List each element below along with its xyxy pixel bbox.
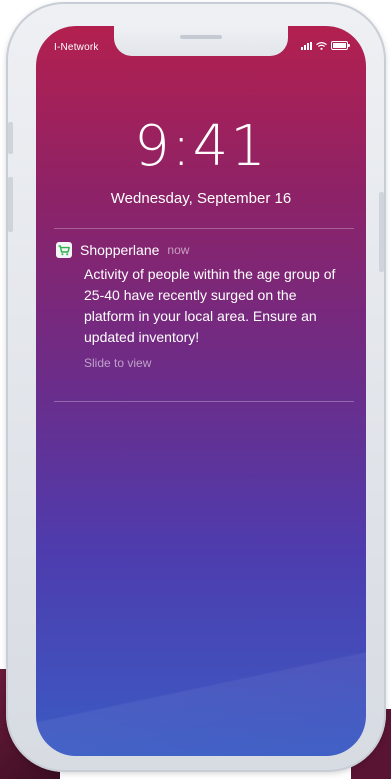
notification-header: Shopperlane now — [56, 242, 346, 258]
notch — [114, 26, 288, 56]
divider-bottom — [54, 401, 354, 402]
notification-card[interactable]: Shopperlane now Activity of people withi… — [56, 242, 346, 370]
power-button — [379, 192, 384, 272]
carrier-label: I-Network — [54, 42, 99, 53]
wifi-icon — [316, 41, 327, 50]
notification-time: now — [167, 243, 190, 257]
status-icons — [301, 41, 350, 50]
screen-reflection — [36, 636, 366, 756]
lock-screen: I-Network 9:41 Wednesday, September 16 S… — [36, 26, 366, 756]
shopping-cart-icon — [56, 242, 72, 258]
battery-icon — [331, 41, 350, 50]
mute-switch — [8, 122, 13, 154]
notification-message: Activity of people within the age group … — [84, 266, 336, 345]
volume-button — [8, 177, 13, 232]
notification-hint: Slide to view — [84, 356, 152, 370]
phone-frame: I-Network 9:41 Wednesday, September 16 S… — [6, 2, 386, 772]
lock-time: 9:41 — [134, 114, 268, 179]
speaker-grille — [180, 35, 222, 39]
divider-top — [54, 228, 354, 229]
signal-bars-icon — [301, 41, 312, 50]
notification-app-name: Shopperlane — [80, 242, 160, 258]
lock-date: Wednesday, September 16 — [110, 190, 292, 207]
